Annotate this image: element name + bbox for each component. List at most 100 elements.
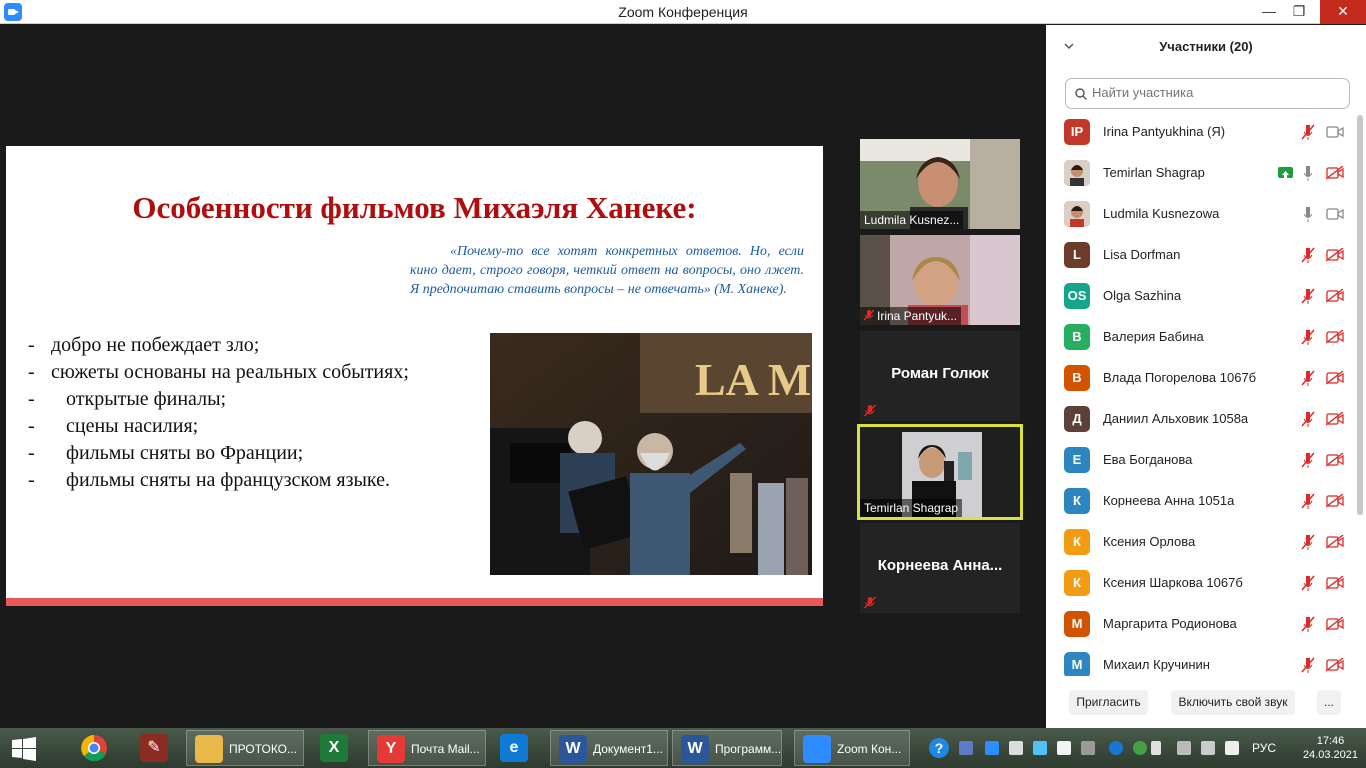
minimize-button[interactable]: — — [1254, 0, 1284, 24]
participant-name: Ксения Шаркова 1067б — [1103, 575, 1243, 590]
participant-row[interactable]: IP Irina Pantyukhina (Я) — [1046, 111, 1356, 152]
connect-icon[interactable] — [1109, 741, 1123, 755]
video-off-icon[interactable] — [1326, 494, 1344, 508]
start-button-icon[interactable] — [10, 736, 38, 762]
participant-row[interactable]: В Валерия Бабина — [1046, 316, 1356, 357]
chrome-icon — [81, 735, 107, 762]
video-off-icon[interactable] — [1326, 330, 1344, 344]
video-off-icon[interactable] — [1326, 576, 1344, 590]
taskbar-app-button[interactable]: Y Почта Mail... — [368, 730, 486, 766]
video-off-icon[interactable] — [1326, 658, 1344, 672]
video-off-icon[interactable] — [1326, 412, 1344, 426]
mic-muted-icon[interactable] — [1301, 534, 1315, 550]
taskbar-app-button[interactable]: W Программ... — [672, 730, 782, 766]
mic-muted-icon[interactable] — [1301, 288, 1315, 304]
slide-bullet: - сцены насилия; — [28, 415, 199, 437]
participant-row[interactable]: М Маргарита Родионова — [1046, 603, 1356, 644]
snowflake-icon[interactable] — [1033, 741, 1047, 755]
device-icon[interactable] — [1177, 741, 1191, 755]
avatar: IP — [1064, 119, 1090, 145]
video-off-icon[interactable] — [1326, 289, 1344, 303]
video-off-icon[interactable] — [1326, 535, 1344, 549]
pen-app-icon: ✎ — [140, 734, 168, 762]
windows-taskbar: ✎ ПРОТОКО... X Y Почта Mail... e W Документ1..… — [0, 728, 1366, 768]
participant-row[interactable]: К Ксения Орлова — [1046, 521, 1356, 562]
video-tile-name: Temirlan Shagrap — [860, 499, 963, 517]
volume-icon[interactable] — [1225, 741, 1239, 755]
participant-row[interactable]: Е Ева Богданова — [1046, 439, 1356, 480]
mic-muted-icon[interactable] — [1301, 329, 1315, 345]
participants-scrollbar[interactable] — [1357, 115, 1363, 515]
video-icon[interactable] — [1326, 125, 1344, 139]
video-off-icon[interactable] — [1326, 166, 1344, 180]
avatar — [1064, 201, 1090, 227]
mic-muted-icon[interactable] — [1301, 124, 1315, 140]
language-indicator[interactable]: РУС — [1252, 741, 1276, 755]
participant-row[interactable]: М Михаил Кручинин — [1046, 644, 1356, 676]
shield-icon[interactable] — [959, 741, 973, 755]
invite-button[interactable]: Пригласить — [1069, 690, 1148, 715]
participant-row[interactable]: L Lisa Dorfman — [1046, 234, 1356, 275]
video-tile[interactable]: Корнеева Анна... — [860, 523, 1020, 613]
slide-bullet: - сюжеты основаны на реальных событиях; — [28, 361, 409, 383]
mic-icon[interactable] — [1301, 165, 1315, 181]
video-off-icon[interactable] — [1326, 617, 1344, 631]
participant-row[interactable]: Temirlan Shagrap — [1046, 152, 1356, 193]
close-button[interactable]: ✕ — [1320, 0, 1366, 24]
participant-row[interactable]: OS Olga Sazhina — [1046, 275, 1356, 316]
mic-muted-icon[interactable] — [1301, 616, 1315, 632]
maximize-button[interactable]: ❐ — [1284, 0, 1314, 24]
taskbar-app-button[interactable]: W Документ1... — [550, 730, 668, 766]
video-tile[interactable]: Роман Голюк — [860, 331, 1020, 421]
taskbar-app-button[interactable]: ПРОТОКО... — [186, 730, 304, 766]
taskbar-app-icon: W — [681, 735, 709, 763]
help-icon[interactable]: ? — [929, 738, 949, 758]
video-off-icon[interactable] — [1326, 371, 1344, 385]
search-icon — [1075, 88, 1087, 100]
chrome-taskbar-button[interactable] — [72, 730, 118, 766]
taskbar-app-button[interactable]: X — [312, 730, 358, 766]
video-off-icon[interactable] — [1326, 248, 1344, 262]
participant-row[interactable]: Ludmila Kusnezowa — [1046, 193, 1356, 234]
participant-name: Влада Погорелова 1067б — [1103, 370, 1257, 385]
taskbar-clock[interactable]: 17:46 24.03.2021 — [1303, 734, 1358, 762]
more-options-button[interactable]: ... — [1317, 690, 1341, 715]
mic-muted-icon — [864, 597, 876, 609]
mic-muted-icon[interactable] — [1301, 575, 1315, 591]
mic-muted-icon[interactable] — [1301, 452, 1315, 468]
search-input[interactable] — [1092, 85, 1342, 100]
participant-search[interactable] — [1065, 78, 1350, 109]
unmute-myself-button[interactable]: Включить свой звук — [1171, 690, 1295, 715]
mic-muted-icon[interactable] — [1301, 411, 1315, 427]
participant-name: Корнеева Анна 1051а — [1103, 493, 1235, 508]
slide-title: Особенности фильмов Михаэля Ханеке: — [132, 190, 697, 225]
network-icon[interactable] — [1201, 741, 1215, 755]
flag-icon[interactable] — [1151, 741, 1161, 755]
participant-row[interactable]: К Корнеева Анна 1051а — [1046, 480, 1356, 521]
taskbar-app-button[interactable]: Zoom Кон... — [794, 730, 910, 766]
video-tile-name: Роман Голюк — [891, 365, 989, 382]
video-off-icon[interactable] — [1326, 453, 1344, 467]
video-icon[interactable] — [1326, 207, 1344, 221]
participant-row[interactable]: В Влада Погорелова 1067б — [1046, 357, 1356, 398]
active-speaker-tile[interactable]: Temirlan Shagrap — [857, 424, 1023, 520]
zoom-tray-icon[interactable] — [985, 741, 999, 755]
notes-icon[interactable] — [1009, 741, 1023, 755]
participant-row[interactable]: К Ксения Шаркова 1067б — [1046, 562, 1356, 603]
avatar: М — [1064, 652, 1090, 676]
mic-muted-icon[interactable] — [1301, 657, 1315, 673]
bell-icon[interactable] — [1057, 741, 1071, 755]
mic-muted-icon[interactable] — [1301, 493, 1315, 509]
participants-panel: Участники (20) IP Irina Pantyukhina (Я) Te… — [1046, 25, 1366, 728]
participant-row[interactable]: Д Даниил Альховик 1058а — [1046, 398, 1356, 439]
mic-muted-icon[interactable] — [1301, 370, 1315, 386]
security-check-icon[interactable] — [1133, 741, 1147, 755]
video-tile[interactable]: Ludmila Kusnez... — [860, 139, 1020, 229]
camera-tray-icon[interactable] — [1081, 741, 1095, 755]
pen-app-taskbar-button[interactable]: ✎ — [132, 730, 178, 766]
mic-muted-icon[interactable] — [1301, 247, 1315, 263]
mic-icon[interactable] — [1301, 206, 1315, 222]
video-tile[interactable]: Irina Pantyuk... — [860, 235, 1020, 325]
avatar: OS — [1064, 283, 1090, 309]
taskbar-app-button[interactable]: e — [492, 730, 538, 766]
